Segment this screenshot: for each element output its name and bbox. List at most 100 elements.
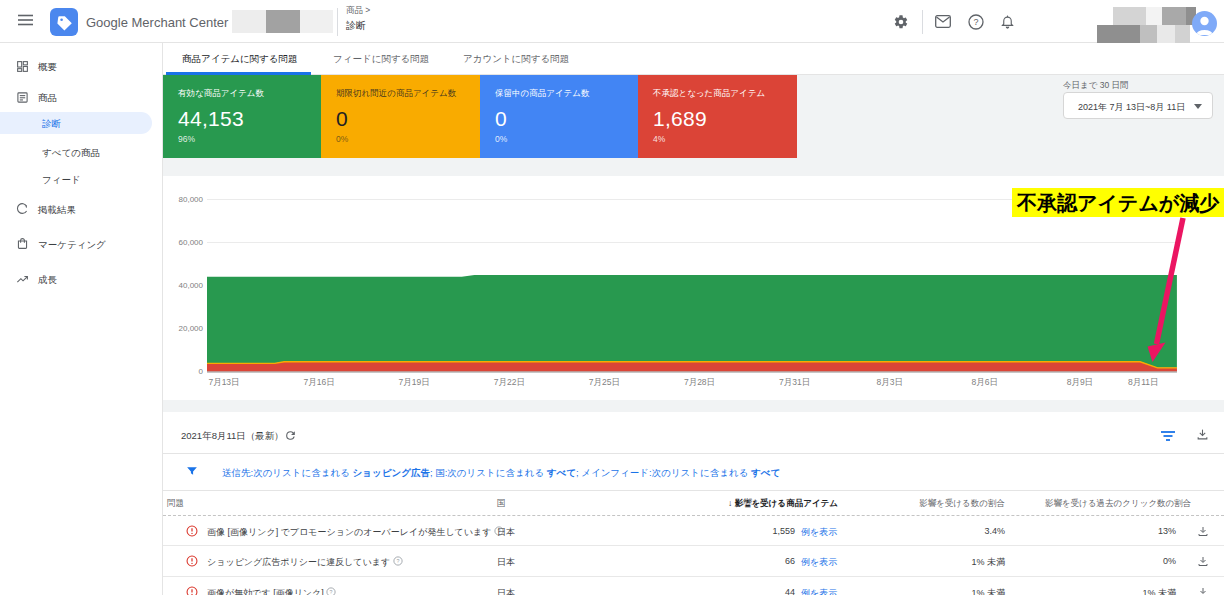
sidebar-item-label: マーケティング <box>38 239 106 252</box>
items-count: 44 <box>695 587 795 595</box>
issue-text: 画像が無効です [画像リンク] ? <box>207 587 336 595</box>
performance-icon <box>16 202 29 215</box>
redacted-account-block <box>266 10 300 33</box>
clicks-ratio-cell: 13% <box>1076 526 1176 536</box>
column-header-country[interactable]: 国 <box>497 498 506 510</box>
stat-card-label: 期限切れ間近の商品アイテム数 <box>336 88 456 100</box>
filter-list-icon[interactable] <box>1161 431 1175 441</box>
sidebar-item-label: 概要 <box>38 61 57 74</box>
date-range-value: 2021年 7月 13日~8月 11日 <box>1078 101 1185 114</box>
sidebar-item-diagnostics[interactable]: 診断 <box>0 112 152 134</box>
date-range-select[interactable]: 2021年 7月 13日~8月 11日 <box>1063 92 1213 119</box>
table-toolbar: 2021年8月11日（最新） <box>163 412 1224 454</box>
ratio-cell: 1% 未満 <box>905 556 1005 569</box>
breadcrumb-current: 診断 <box>346 19 366 33</box>
table-header-row: 問題 国 ↓ 影響を受ける商品アイテム 影響を受ける数の割合 影響を受ける過去の… <box>163 491 1224 516</box>
error-icon <box>186 555 198 567</box>
issue-text: 画像 [画像リンク] でプロモーションのオーバーレイが発生しています ? <box>207 526 504 539</box>
filter-funnel-icon[interactable] <box>185 465 199 478</box>
download-icon[interactable] <box>1196 427 1209 442</box>
stat-card-disapproved: 不承認となった商品アイテム 1,689 4% <box>638 75 797 158</box>
sidebar-item-all-products[interactable]: すべての商品 <box>0 144 163 162</box>
stat-card-expiring: 期限切れ間近の商品アイテム数 0 0% <box>321 75 480 158</box>
sidebar-item-label: 商品 <box>38 92 57 105</box>
sidebar-item-feeds[interactable]: フィード <box>0 171 163 189</box>
sidebar: 概要 商品 診断 すべての商品 フィード 掲載結果 マーケティング 成長 <box>0 43 163 595</box>
filter-value: すべて <box>751 467 780 478</box>
column-header-clicks-ratio[interactable]: 影響を受ける過去のクリック数の割合 <box>1045 498 1191 510</box>
filter-bar[interactable]: 送信先:次のリストに含まれる ショッピング広告; 国:次のリストに含まれる すべ… <box>163 454 1224 491</box>
column-header-issue[interactable]: 問題 <box>167 498 184 510</box>
filter-part: 送信先:次のリストに含まれる <box>222 467 353 478</box>
show-examples-link[interactable]: 例を表示 <box>801 526 837 539</box>
column-header-ratio[interactable]: 影響を受ける数の割合 <box>855 498 1005 510</box>
sidebar-item-marketing[interactable]: マーケティング <box>0 235 163 255</box>
redacted-user-block <box>1162 7 1186 25</box>
sort-desc-icon: ↓ <box>728 498 735 508</box>
dashboard-icon <box>16 60 29 73</box>
row-download-icon[interactable] <box>1197 586 1209 595</box>
avatar[interactable] <box>1192 11 1217 36</box>
stat-card-label: 不承認となった商品アイテム <box>653 88 765 100</box>
sidebar-item-growth[interactable]: 成長 <box>0 270 163 290</box>
section-divider <box>163 400 1224 412</box>
redacted-user-block <box>1097 25 1140 43</box>
country-cell: 日本 <box>497 526 515 539</box>
stat-card-value: 44,153 <box>178 107 244 131</box>
row-download-icon[interactable] <box>1197 525 1209 538</box>
items-count: 1,559 <box>695 526 795 536</box>
column-header-items[interactable]: ↓ 影響を受ける商品アイテム <box>728 498 838 510</box>
sidebar-item-products[interactable]: 商品 <box>0 88 163 108</box>
help-icon[interactable]: ? <box>326 587 336 595</box>
issue-text: ショッピング広告ポリシーに違反しています ? <box>207 556 403 569</box>
redacted-user-block <box>1140 25 1157 43</box>
filter-part: メインフィード:次のリストに含まれる <box>581 467 751 478</box>
breadcrumb[interactable]: 商品 > <box>346 5 370 17</box>
sidebar-item-label: フィード <box>42 174 81 187</box>
tab-bar: 商品アイテムに関する問題 フィードに関する問題 アカウントに関する問題 <box>163 43 1224 75</box>
products-list-icon <box>16 91 29 104</box>
redacted-user-block <box>1157 25 1175 43</box>
settings-gear-icon[interactable] <box>893 14 909 30</box>
last-updated-text: 2021年8月11日（最新） <box>181 430 284 443</box>
notifications-bell-icon[interactable] <box>1000 13 1015 30</box>
clicks-ratio-cell: 0% <box>1076 556 1176 566</box>
table-row: ショッピング広告ポリシーに違反しています ? 日本 66 例を表示 1% 未満 … <box>163 546 1224 577</box>
error-icon <box>186 525 198 537</box>
refresh-icon[interactable] <box>284 429 297 442</box>
filter-value: ショッピング広告 <box>353 467 430 478</box>
header-divider <box>337 8 338 36</box>
show-examples-link[interactable]: 例を表示 <box>801 587 837 595</box>
app-header: Google Merchant Center 商品 > 診断 ? <box>0 0 1224 43</box>
column-header-label: 影響を受ける商品アイテム <box>735 498 838 508</box>
sidebar-item-label: 掲載結果 <box>38 204 76 217</box>
error-icon <box>186 586 198 595</box>
ratio-cell: 1% 未満 <box>905 587 1005 595</box>
redacted-user-block <box>1146 7 1162 25</box>
hamburger-menu-icon[interactable] <box>18 14 33 26</box>
row-download-icon[interactable] <box>1197 555 1209 568</box>
show-examples-link[interactable]: 例を表示 <box>801 556 837 569</box>
mail-icon[interactable] <box>935 15 951 28</box>
sidebar-item-label: 診断 <box>42 118 61 131</box>
stat-card-percent: 4% <box>653 134 665 144</box>
stat-card-pending: 保留中の商品アイテム数 0 0% <box>480 75 638 158</box>
stat-card-active: 有効な商品アイテム数 44,153 96% <box>163 75 321 158</box>
redacted-user-block <box>1113 7 1146 25</box>
country-cell: 日本 <box>497 587 515 595</box>
marketing-bag-icon <box>16 237 29 250</box>
redacted-user-block <box>1175 25 1190 43</box>
stat-card-percent: 96% <box>178 134 195 144</box>
help-icon[interactable]: ? <box>393 556 403 566</box>
filter-summary[interactable]: 送信先:次のリストに含まれる ショッピング広告; 国:次のリストに含まれる すべ… <box>222 467 780 480</box>
stat-card-value: 0 <box>336 107 348 131</box>
filter-value: すべて <box>547 467 576 478</box>
tab-item-feed-issues[interactable]: フィードに関する問題 <box>333 53 429 66</box>
help-icon[interactable]: ? <box>968 14 984 30</box>
table-row: 画像 [画像リンク] でプロモーションのオーバーレイが発生しています ? 日本 … <box>163 516 1224 546</box>
sidebar-item-overview[interactable]: 概要 <box>0 57 163 77</box>
tab-item-issues[interactable]: 商品アイテムに関する問題 <box>182 53 298 66</box>
tab-item-account-issues[interactable]: アカウントに関する問題 <box>463 53 569 66</box>
redacted-account-block <box>232 10 266 33</box>
sidebar-item-performance[interactable]: 掲載結果 <box>0 200 163 220</box>
